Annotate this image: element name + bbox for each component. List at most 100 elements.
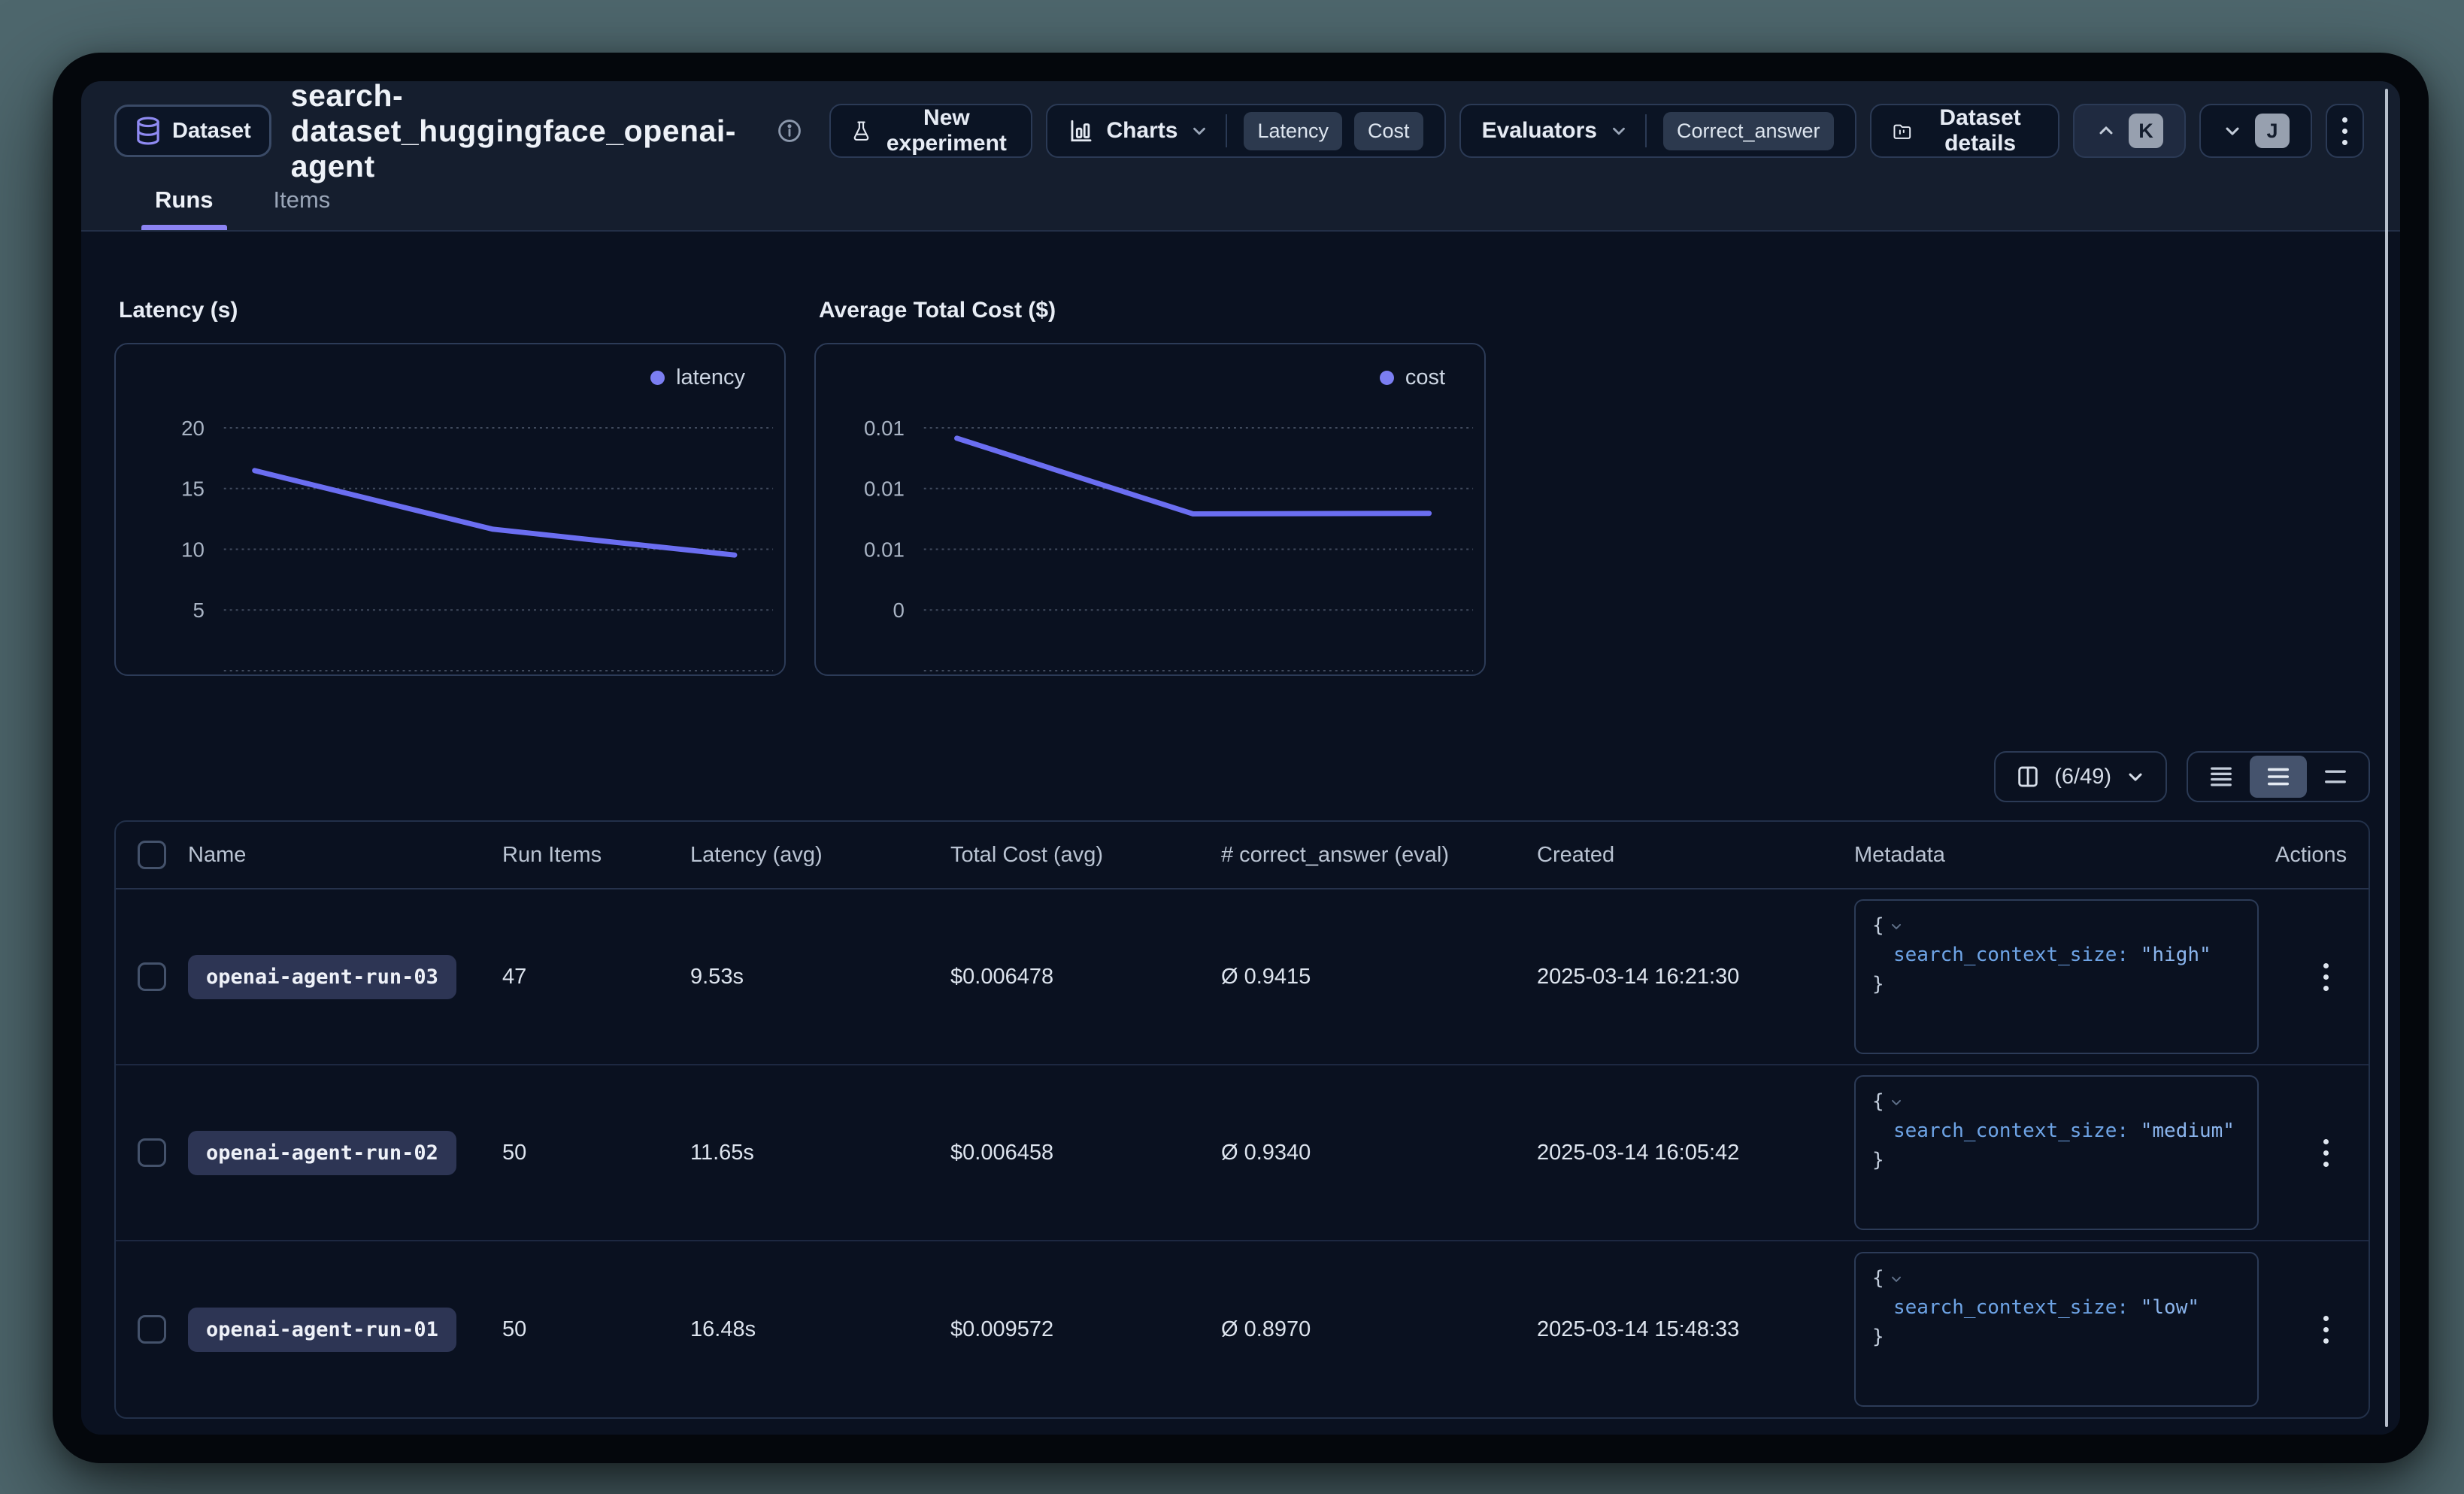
column-header-correct-answer[interactable]: # correct_answer (eval) — [1221, 843, 1537, 868]
legend-label: cost — [1405, 365, 1445, 390]
table-header-row: Name Run Items Latency (avg) Total Cost … — [116, 822, 2369, 889]
chart-chip-latency[interactable]: Latency — [1244, 112, 1342, 150]
svg-text:15: 15 — [181, 477, 205, 501]
new-experiment-button[interactable]: New experiment — [829, 104, 1032, 158]
kebab-icon — [2323, 1139, 2329, 1167]
latency-avg-value: 9.53s — [690, 965, 950, 989]
dataset-badge-label: Dataset — [172, 119, 251, 144]
correct-answer-score: Ø 0.8970 — [1221, 1317, 1537, 1342]
run-items-value: 50 — [502, 1141, 690, 1165]
latency-chart-title: Latency (s) — [119, 298, 786, 323]
evaluator-chip-correct-answer[interactable]: Correct_answer — [1663, 112, 1834, 150]
tab-items[interactable]: Items — [260, 176, 344, 230]
chevron-up-icon — [2096, 120, 2117, 141]
metadata-json-viewer[interactable]: { search_context_size: "low" } — [1854, 1252, 2259, 1407]
svg-text:0: 0 — [893, 599, 905, 622]
created-timestamp: 2025-03-14 16:21:30 — [1537, 965, 1854, 989]
charts-label: Charts — [1106, 118, 1177, 144]
kbd-j-badge: J — [2255, 114, 2290, 148]
run-items-value: 47 — [502, 965, 690, 989]
legend-label: latency — [676, 365, 745, 390]
new-experiment-label: New experiment — [883, 105, 1010, 156]
database-icon — [135, 117, 162, 145]
header-more-actions-button[interactable] — [2326, 104, 2364, 158]
row-height-tall-button[interactable] — [2307, 756, 2364, 798]
column-header-run-items[interactable]: Run Items — [502, 843, 690, 868]
svg-text:5: 5 — [193, 599, 205, 622]
charts-dropdown[interactable]: Charts Latency Cost — [1046, 104, 1445, 158]
latency-legend: latency — [650, 365, 745, 390]
row-actions-menu-button[interactable] — [2313, 953, 2339, 1002]
column-visibility-dropdown[interactable]: (6/49) — [1994, 751, 2167, 802]
app-window: Dataset search-dataset_huggingface_opena… — [53, 53, 2429, 1463]
scrollbar[interactable] — [2385, 89, 2388, 1427]
table-controls: (6/49) — [114, 751, 2370, 802]
row-height-medium-button[interactable] — [2250, 756, 2307, 798]
chevron-down-icon — [2222, 120, 2243, 141]
row-checkbox[interactable] — [138, 962, 166, 991]
legend-dot — [650, 371, 665, 385]
info-icon[interactable] — [777, 118, 802, 144]
run-name-badge[interactable]: openai-agent-run-02 — [188, 1131, 456, 1175]
table-row: openai-agent-run-03 47 9.53s $0.006478 Ø… — [116, 889, 2369, 1065]
metadata-json-viewer[interactable]: { search_context_size: "medium" } — [1854, 1075, 2259, 1230]
folder-icon — [1893, 118, 1912, 144]
row-checkbox[interactable] — [138, 1138, 166, 1167]
latency-chart-block: Latency (s) 20 15 10 5 latency — [114, 298, 786, 676]
dataset-details-label: Dataset details — [1923, 105, 2037, 156]
latency-avg-value: 11.65s — [690, 1141, 950, 1165]
select-all-checkbox[interactable] — [138, 841, 166, 869]
row-height-compact-button[interactable] — [2193, 756, 2250, 798]
chart-chip-cost[interactable]: Cost — [1354, 112, 1423, 150]
page-title: search-dataset_huggingface_openai-agent — [291, 81, 759, 184]
kebab-icon — [2323, 963, 2329, 991]
sparse-rows-icon — [2323, 765, 2348, 788]
latency-plot: 20 15 10 5 — [116, 344, 784, 674]
runs-table: Name Run Items Latency (avg) Total Cost … — [114, 820, 2370, 1419]
column-header-created[interactable]: Created — [1537, 843, 1854, 868]
cost-chart-block: Average Total Cost ($) 0.010.010.010 cos… — [814, 298, 1486, 676]
collapse-chevron-icon[interactable] — [1889, 1271, 1904, 1286]
evaluators-label: Evaluators — [1482, 118, 1597, 144]
correct-answer-score: Ø 0.9340 — [1221, 1141, 1537, 1165]
svg-text:10: 10 — [181, 538, 205, 561]
table-row: openai-agent-run-01 50 16.48s $0.009572 … — [116, 1241, 2369, 1417]
row-actions-menu-button[interactable] — [2313, 1305, 2339, 1354]
created-timestamp: 2025-03-14 16:05:42 — [1537, 1141, 1854, 1165]
header-band: Dataset search-dataset_huggingface_opena… — [81, 81, 2400, 232]
page-header: Dataset search-dataset_huggingface_opena… — [114, 99, 2364, 162]
nav-down-shortcut-button[interactable]: J — [2199, 104, 2312, 158]
dataset-details-button[interactable]: Dataset details — [1870, 104, 2059, 158]
column-header-name[interactable]: Name — [188, 843, 502, 868]
run-name-badge[interactable]: openai-agent-run-01 — [188, 1308, 456, 1352]
row-actions-menu-button[interactable] — [2313, 1129, 2339, 1177]
medium-rows-icon — [2265, 765, 2291, 788]
created-timestamp: 2025-03-14 15:48:33 — [1537, 1317, 1854, 1342]
run-items-value: 50 — [502, 1317, 690, 1342]
latency-chart: 20 15 10 5 latency — [114, 343, 786, 676]
column-header-actions: Actions — [2275, 843, 2369, 868]
row-checkbox[interactable] — [138, 1315, 166, 1344]
divider — [1645, 114, 1647, 147]
chevron-down-icon — [1609, 121, 1629, 141]
bar-chart-icon — [1068, 118, 1094, 144]
collapse-chevron-icon[interactable] — [1889, 919, 1904, 934]
kebab-icon — [2342, 117, 2347, 145]
column-header-latency[interactable]: Latency (avg) — [690, 843, 950, 868]
svg-text:20: 20 — [181, 417, 205, 440]
total-cost-avg-value: $0.009572 — [950, 1317, 1221, 1342]
cost-legend: cost — [1380, 365, 1445, 390]
column-header-metadata[interactable]: Metadata — [1854, 843, 2275, 868]
dataset-type-badge: Dataset — [114, 105, 271, 157]
columns-icon — [2015, 764, 2041, 789]
collapse-chevron-icon[interactable] — [1889, 1095, 1904, 1110]
nav-up-shortcut-button[interactable]: K — [2073, 104, 2186, 158]
kebab-icon — [2323, 1316, 2329, 1344]
tab-runs[interactable]: Runs — [141, 176, 227, 230]
kbd-k-badge: K — [2129, 114, 2163, 148]
run-name-badge[interactable]: openai-agent-run-03 — [188, 955, 456, 999]
column-header-total-cost[interactable]: Total Cost (avg) — [950, 843, 1221, 868]
app-surface: Dataset search-dataset_huggingface_opena… — [81, 81, 2400, 1435]
metadata-json-viewer[interactable]: { search_context_size: "high" } — [1854, 899, 2259, 1054]
evaluators-dropdown[interactable]: Evaluators Correct_answer — [1459, 104, 1856, 158]
